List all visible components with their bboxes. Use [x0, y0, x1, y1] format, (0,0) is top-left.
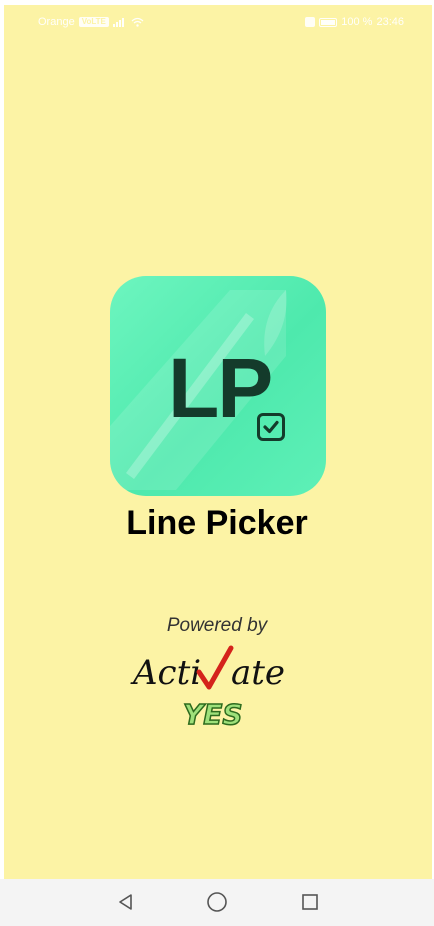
wifi-icon	[131, 17, 144, 27]
checkbox-checked-icon	[257, 413, 285, 441]
carrier-name: Orange	[38, 16, 75, 28]
navigation-bar	[0, 879, 434, 926]
status-bar: Orange VoLTE 100 % 23:46	[4, 5, 432, 39]
nfc-icon	[305, 17, 316, 27]
svg-text:ate: ate	[231, 653, 285, 693]
splash-screen: Orange VoLTE 100 % 23:46 LP Line Picker …	[0, 0, 434, 926]
app-icon-label: LP	[168, 341, 273, 435]
recents-square-icon[interactable]	[295, 887, 325, 917]
status-left: Orange VoLTE	[38, 16, 144, 28]
clock: 23:46	[376, 16, 404, 28]
app-icon: LP	[110, 276, 326, 496]
back-triangle-icon[interactable]	[111, 887, 141, 917]
signal-icon	[112, 18, 124, 27]
activate-yes-logo: Acti ate YES	[130, 645, 285, 732]
battery-percent: 100 %	[341, 16, 373, 28]
svg-text:YES: YES	[183, 698, 243, 731]
status-right: 100 % 23:46	[305, 16, 404, 28]
home-circle-icon[interactable]	[202, 887, 232, 917]
svg-text:Acti: Acti	[130, 653, 201, 693]
volte-badge: VoLTE	[78, 17, 109, 27]
powered-by-label: Powered by	[166, 615, 268, 636]
app-title: Line Picker	[126, 504, 308, 542]
battery-icon	[319, 17, 338, 27]
